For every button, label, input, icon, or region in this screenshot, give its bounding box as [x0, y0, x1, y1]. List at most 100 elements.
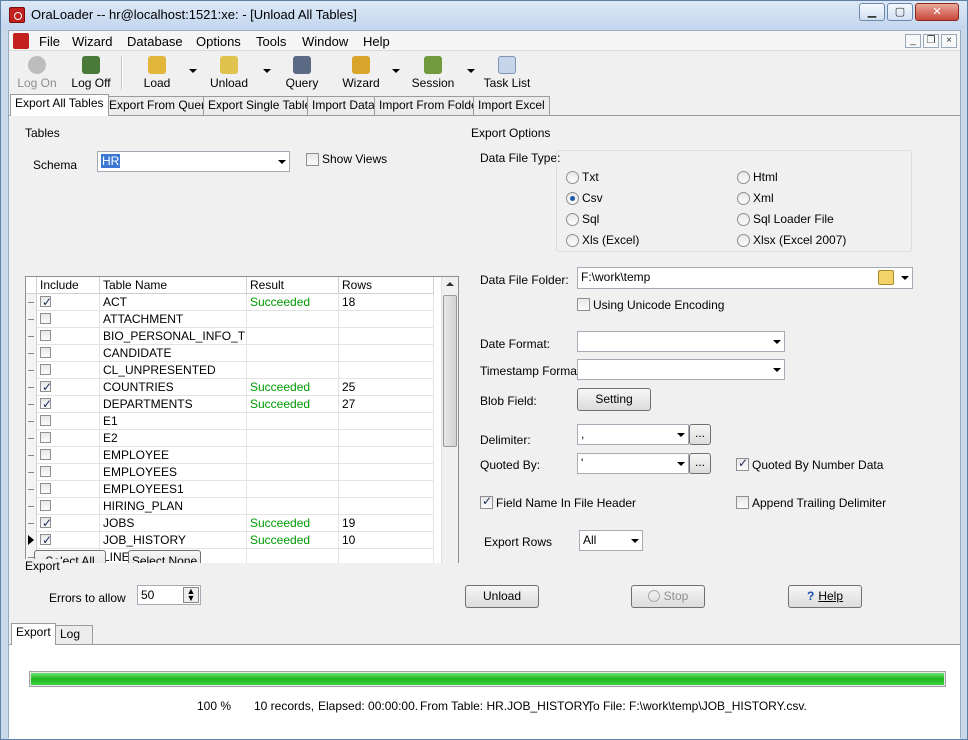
- table-row[interactable]: COUNTRIESSucceeded25: [26, 379, 434, 396]
- include-checkbox[interactable]: [40, 466, 51, 477]
- load-button[interactable]: Load: [137, 54, 177, 92]
- row-indicator[interactable]: [26, 294, 37, 311]
- table-row[interactable]: EMPLOYEES: [26, 464, 434, 481]
- quoted-by-combo[interactable]: ': [577, 453, 689, 474]
- include-checkbox[interactable]: [40, 330, 51, 341]
- include-checkbox[interactable]: [40, 347, 51, 358]
- wizard-button[interactable]: Wizard: [339, 54, 383, 92]
- minimize-button[interactable]: ▁: [859, 3, 885, 21]
- row-indicator[interactable]: [26, 481, 37, 498]
- table-row[interactable]: HIRING_PLAN: [26, 498, 434, 515]
- tab-import-excel[interactable]: Import Excel: [473, 96, 550, 115]
- column-header-rows[interactable]: Rows: [339, 277, 434, 294]
- file-type-radio[interactable]: [737, 234, 750, 247]
- tab-log[interactable]: Log: [55, 625, 93, 644]
- menu-file[interactable]: File: [39, 34, 60, 49]
- file-type-radio[interactable]: [566, 213, 579, 226]
- row-indicator[interactable]: [26, 413, 37, 430]
- close-button[interactable]: ✕: [915, 3, 959, 21]
- row-indicator[interactable]: [26, 430, 37, 447]
- include-checkbox[interactable]: [40, 294, 52, 310]
- include-checkbox[interactable]: [40, 379, 52, 395]
- include-checkbox[interactable]: [40, 500, 51, 511]
- row-indicator[interactable]: [26, 328, 37, 345]
- help-button[interactable]: ? Help: [788, 585, 862, 608]
- title-bar[interactable]: OraLoader -- hr@localhost:1521:xe: - [Un…: [1, 1, 967, 29]
- table-row[interactable]: CL_UNPRESENTED: [26, 362, 434, 379]
- setting-button[interactable]: Setting: [577, 388, 651, 411]
- table-row[interactable]: ACTSucceeded18: [26, 294, 434, 311]
- tables-grid[interactable]: Include Table Name Result Rows ACTSuccee…: [25, 276, 459, 596]
- row-indicator[interactable]: [26, 311, 37, 328]
- document-icon[interactable]: [13, 33, 29, 49]
- timestamp-format-combo[interactable]: [577, 359, 785, 380]
- menu-help[interactable]: Help: [363, 34, 390, 49]
- maximize-button[interactable]: ▢: [887, 3, 913, 21]
- export-rows-combo[interactable]: All: [579, 530, 643, 551]
- include-checkbox[interactable]: [40, 415, 51, 426]
- wizard-dropdown-icon[interactable]: [392, 69, 400, 73]
- include-checkbox[interactable]: [40, 449, 51, 460]
- menu-tools[interactable]: Tools: [256, 34, 286, 49]
- table-row[interactable]: EMPLOYEE: [26, 447, 434, 464]
- table-row[interactable]: CANDIDATE: [26, 345, 434, 362]
- load-dropdown-icon[interactable]: [189, 69, 197, 73]
- unload-dropdown-icon[interactable]: [263, 69, 271, 73]
- show-views-checkbox[interactable]: [306, 153, 319, 166]
- table-row[interactable]: JOB_HISTORYSucceeded10: [26, 532, 434, 549]
- schema-combo[interactable]: HR: [97, 151, 290, 172]
- file-type-radio[interactable]: [566, 171, 579, 184]
- include-checkbox[interactable]: [40, 313, 51, 324]
- log-on-button[interactable]: Log On: [15, 54, 59, 92]
- include-checkbox[interactable]: [40, 515, 52, 531]
- mdi-restore-button[interactable]: ❐: [923, 34, 939, 48]
- column-header-table-name[interactable]: Table Name: [100, 277, 247, 294]
- table-row[interactable]: JOBSSucceeded19: [26, 515, 434, 532]
- file-type-radio[interactable]: [566, 234, 579, 247]
- unload-button[interactable]: Unload: [465, 585, 539, 608]
- delimiter-combo[interactable]: ,: [577, 424, 689, 445]
- file-type-radio[interactable]: [737, 192, 750, 205]
- table-row[interactable]: E1: [26, 413, 434, 430]
- menu-window[interactable]: Window: [302, 34, 348, 49]
- row-indicator[interactable]: [26, 532, 37, 549]
- table-row[interactable]: EMPLOYEES1: [26, 481, 434, 498]
- include-checkbox[interactable]: [40, 532, 52, 548]
- errors-to-allow-spinner[interactable]: 50 ▲ ▼: [137, 585, 201, 605]
- delimiter-ellipsis-button[interactable]: ...: [689, 424, 711, 445]
- column-header-include[interactable]: Include: [37, 277, 100, 294]
- append-trailing-checkbox[interactable]: [736, 496, 749, 509]
- include-checkbox[interactable]: [40, 483, 51, 494]
- spinner-arrows-icon[interactable]: ▲ ▼: [183, 587, 199, 603]
- tab-export-status[interactable]: Export: [11, 623, 56, 645]
- log-off-button[interactable]: Log Off: [69, 54, 113, 92]
- file-type-radio[interactable]: [737, 171, 750, 184]
- date-format-combo[interactable]: [577, 331, 785, 352]
- stop-button[interactable]: Stop: [631, 585, 705, 608]
- include-checkbox[interactable]: [40, 396, 52, 412]
- menu-wizard[interactable]: Wizard: [72, 34, 112, 49]
- tab-import-from-folder[interactable]: Import From Folder: [374, 96, 487, 115]
- mdi-close-button[interactable]: ×: [941, 34, 957, 48]
- folder-icon[interactable]: [878, 270, 894, 285]
- quoted-by-ellipsis-button[interactable]: ...: [689, 453, 711, 474]
- row-indicator[interactable]: [26, 379, 37, 396]
- query-button[interactable]: Query: [281, 54, 323, 92]
- row-indicator[interactable]: [26, 396, 37, 413]
- row-indicator[interactable]: [26, 498, 37, 515]
- row-indicator[interactable]: [26, 464, 37, 481]
- table-row[interactable]: ATTACHMENT: [26, 311, 434, 328]
- session-button[interactable]: Session: [411, 54, 455, 92]
- scroll-up-icon[interactable]: [446, 282, 454, 286]
- tab-export-single-table[interactable]: Export Single Table: [203, 96, 317, 115]
- include-checkbox[interactable]: [40, 432, 51, 443]
- file-type-radio[interactable]: [566, 192, 579, 205]
- unicode-encoding-checkbox[interactable]: [577, 298, 590, 311]
- quoted-by-number-checkbox[interactable]: [736, 456, 749, 471]
- table-row[interactable]: DEPARTMENTSSucceeded27: [26, 396, 434, 413]
- grid-vertical-scrollbar[interactable]: [441, 277, 458, 595]
- session-dropdown-icon[interactable]: [467, 69, 475, 73]
- menu-options[interactable]: Options: [196, 34, 241, 49]
- unload-button[interactable]: Unload: [207, 54, 251, 92]
- mdi-minimize-button[interactable]: _: [905, 34, 921, 48]
